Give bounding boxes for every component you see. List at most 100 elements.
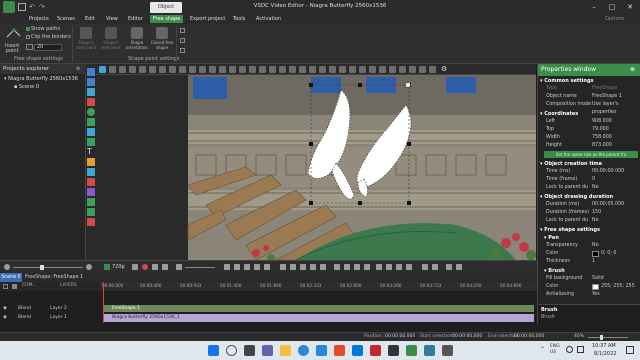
- shape-end-point-icon[interactable]: [105, 27, 117, 39]
- timeline-ruler[interactable]: 00:00:000 00:00:466 00:00:933 00:01:400 …: [100, 282, 537, 291]
- width-row[interactable]: Width 758.000: [540, 134, 640, 142]
- freeshape-clip[interactable]: FreeShape 1: [104, 305, 534, 312]
- step-back-icon[interactable]: [132, 264, 138, 270]
- transform-icon[interactable]: [429, 66, 436, 73]
- duration-frames-row[interactable]: Duration (frames) 150: [540, 209, 640, 217]
- grid-icon[interactable]: [129, 66, 136, 73]
- grid-timeline-icon[interactable]: [354, 264, 360, 270]
- transparency-value[interactable]: No: [592, 242, 599, 250]
- small-tool-icon[interactable]: [180, 38, 185, 43]
- distribute-icon[interactable]: [199, 66, 206, 73]
- antialiasing-row[interactable]: Antialiasing Yes: [540, 291, 640, 299]
- size-input[interactable]: 20: [34, 44, 62, 51]
- grid-toggle-icon[interactable]: [419, 66, 426, 73]
- object-name-value[interactable]: FreeShape 1: [592, 93, 622, 101]
- app-icon-red[interactable]: [370, 345, 381, 356]
- video-canvas[interactable]: [96, 75, 536, 260]
- file-explorer-icon[interactable]: [280, 345, 291, 356]
- align-middle-icon[interactable]: [179, 66, 186, 73]
- tray-chevron-icon[interactable]: ⌃: [540, 346, 545, 353]
- menu-edit[interactable]: Edit: [82, 15, 98, 23]
- eye-icon[interactable]: ◉: [3, 314, 7, 322]
- arrow-down-icon[interactable]: [386, 264, 392, 270]
- layer-down-icon[interactable]: [309, 66, 316, 73]
- fit-timeline-icon[interactable]: [364, 264, 370, 270]
- store-icon[interactable]: [316, 345, 327, 356]
- menu-export-project[interactable]: Export project: [187, 15, 228, 23]
- pen-section[interactable]: ▾ Pen: [544, 234, 640, 242]
- project-tree-item[interactable]: ▾ Niagra Butterfly 2560x1536: [4, 76, 78, 82]
- fit-icon[interactable]: [99, 66, 106, 73]
- lock-layer-icon[interactable]: [12, 284, 17, 289]
- clock-date[interactable]: 8/1/2022: [594, 351, 616, 357]
- height-row[interactable]: Height 873.000: [540, 142, 640, 150]
- height-value[interactable]: 873.000: [592, 142, 612, 150]
- object-name-row[interactable]: Object name FreeShape 1: [540, 93, 640, 101]
- shape-start-point-icon[interactable]: [80, 27, 92, 39]
- go-end-icon[interactable]: [264, 264, 270, 270]
- fullscreen-icon[interactable]: [456, 264, 462, 270]
- small-tool-icon[interactable]: [180, 28, 185, 33]
- chart-tool-icon[interactable]: [87, 128, 95, 136]
- blend-mode[interactable]: Blend: [18, 305, 31, 313]
- overlay-icon[interactable]: [446, 264, 452, 270]
- maximize-icon[interactable]: □: [603, 0, 621, 14]
- zoom-out-timeline-icon[interactable]: [86, 264, 92, 270]
- shape-orientation-icon[interactable]: [131, 27, 143, 39]
- settings-gear-icon[interactable]: ⚙: [441, 65, 447, 73]
- align-right-icon[interactable]: [159, 66, 166, 73]
- align-bottom-icon[interactable]: [189, 66, 196, 73]
- thickness-row[interactable]: Thickness 1: [540, 258, 640, 266]
- arrow-right-icon[interactable]: [406, 264, 412, 270]
- show-icon[interactable]: [389, 66, 396, 73]
- time-ms-row[interactable]: Time (ms) 00:00:00.000: [540, 168, 640, 176]
- order-icon[interactable]: [289, 66, 296, 73]
- same-size-icon[interactable]: [239, 66, 246, 73]
- marker-icon[interactable]: [300, 264, 306, 270]
- time-frame-value[interactable]: 0: [592, 176, 595, 184]
- context-tab-object-settings[interactable]: Object setti...: [150, 2, 182, 21]
- zoom-slider[interactable]: [588, 337, 628, 338]
- clip-borders-checkbox[interactable]: [26, 35, 30, 39]
- menu-tools[interactable]: Tools: [230, 15, 248, 23]
- layer-row[interactable]: ◉ Blend Layer 2: [0, 305, 100, 313]
- arrow-left-icon[interactable]: [396, 264, 402, 270]
- group-icon[interactable]: [339, 66, 346, 73]
- video-tool-icon[interactable]: [87, 98, 95, 106]
- menu-scenes[interactable]: Scenes: [54, 15, 78, 23]
- task-view-icon[interactable]: [244, 345, 255, 356]
- rotate-ccw-icon[interactable]: [279, 66, 286, 73]
- prev-frame-icon[interactable]: [234, 264, 240, 270]
- ripple-icon[interactable]: [344, 264, 350, 270]
- blend-mode[interactable]: Blend: [18, 314, 31, 322]
- menu-free-shape[interactable]: Free shape: [150, 15, 184, 23]
- menu-view[interactable]: View: [103, 15, 121, 23]
- align-top-icon[interactable]: [169, 66, 176, 73]
- top-row[interactable]: Top 79.000: [540, 126, 640, 134]
- preview-icon[interactable]: [104, 264, 110, 270]
- closed-free-shape-button[interactable]: Closed free shape: [150, 40, 174, 50]
- snap-timeline-icon[interactable]: [310, 264, 316, 270]
- same-height-icon[interactable]: [229, 66, 236, 73]
- notifications-icon[interactable]: [626, 346, 634, 354]
- loop-icon[interactable]: [320, 264, 326, 270]
- small-tool-icon[interactable]: [180, 48, 185, 53]
- zoom-out-icon[interactable]: [119, 66, 126, 73]
- duration-frames-value[interactable]: 150: [592, 209, 601, 217]
- time-frame-row[interactable]: Time (frame) 0: [540, 176, 640, 184]
- duration-ms-row[interactable]: Duration (ms) 00:00:05.000: [540, 201, 640, 209]
- fill-background-row[interactable]: Fill background Solid: [540, 275, 640, 283]
- duration-ms-value[interactable]: 00:00:05.000: [592, 201, 624, 209]
- close-icon[interactable]: ✕: [621, 0, 639, 14]
- shape-start-point-button[interactable]: Shape's start point: [74, 40, 98, 50]
- office-icon[interactable]: [334, 345, 345, 356]
- width-value[interactable]: 758.000: [592, 134, 612, 142]
- mail-icon[interactable]: [352, 345, 363, 356]
- same-width-icon[interactable]: [219, 66, 226, 73]
- pen-color-row[interactable]: Color 0; 0; 0: [540, 250, 640, 258]
- shape-orientation-button[interactable]: Shape orientation: [124, 40, 150, 50]
- line-tool-icon[interactable]: [87, 138, 95, 146]
- volume-tray-icon[interactable]: [577, 346, 584, 353]
- menu-activation[interactable]: Activation: [253, 15, 284, 23]
- subtitle-tool-icon[interactable]: [87, 158, 95, 166]
